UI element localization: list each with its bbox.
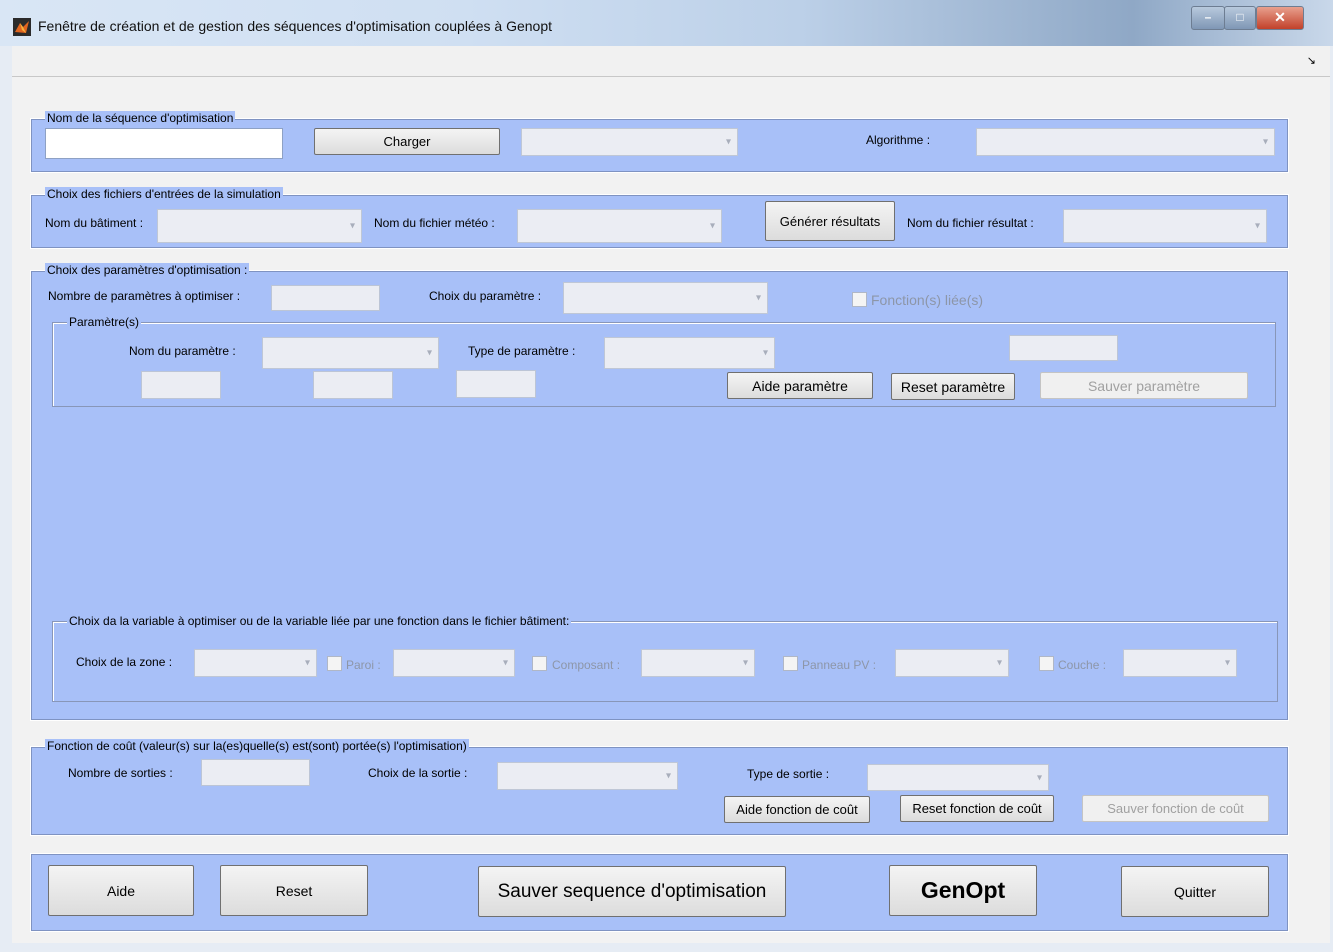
files-legend: Choix des fichiers d'entrées de la simul… bbox=[45, 187, 283, 201]
param-name-select[interactable] bbox=[262, 337, 439, 369]
variable-legend: Choix da la variable à optimiser ou de l… bbox=[67, 614, 572, 628]
param-count-input[interactable] bbox=[271, 285, 380, 311]
building-select[interactable] bbox=[157, 209, 362, 243]
paroi-label: Paroi : bbox=[346, 658, 381, 672]
couche-select[interactable] bbox=[1123, 649, 1237, 677]
composant-label: Composant : bbox=[552, 658, 621, 672]
zone-label: Choix de la zone : bbox=[76, 655, 173, 669]
cost-save-button[interactable]: Sauver fonction de coût bbox=[1082, 795, 1269, 822]
quit-button[interactable]: Quitter bbox=[1121, 866, 1269, 917]
variable-group: Choix da la variable à optimiser ou de l… bbox=[52, 614, 1278, 702]
sequence-select[interactable] bbox=[521, 128, 738, 156]
linked-functions-checkbox[interactable] bbox=[852, 292, 867, 307]
cost-help-button[interactable]: Aide fonction de coût bbox=[724, 796, 870, 823]
param-help-button[interactable]: Aide paramètre bbox=[727, 372, 873, 399]
cost-panel: Fonction de coût (valeur(s) sur la(es)qu… bbox=[30, 739, 1289, 836]
param-reset-button[interactable]: Reset paramètre bbox=[891, 373, 1015, 400]
minimize-button[interactable]: – bbox=[1191, 6, 1225, 30]
pv-panel-checkbox[interactable] bbox=[783, 656, 798, 671]
param-value-input-3[interactable] bbox=[456, 370, 536, 398]
output-choice-label: Choix de la sortie : bbox=[368, 766, 468, 780]
client-area: Nom de la séquence d'optimisation Charge… bbox=[12, 77, 1330, 943]
couche-label: Couche : bbox=[1058, 658, 1107, 672]
close-button[interactable]: ✕ bbox=[1256, 6, 1304, 30]
genopt-button[interactable]: GenOpt bbox=[889, 865, 1037, 916]
param-value-input-4[interactable] bbox=[1009, 335, 1118, 361]
outputs-count-label: Nombre de sorties : bbox=[68, 766, 173, 780]
composant-select[interactable] bbox=[641, 649, 755, 677]
maximize-button[interactable]: □ bbox=[1224, 6, 1256, 30]
composant-checkbox[interactable] bbox=[532, 656, 547, 671]
param-save-button[interactable]: Sauver paramètre bbox=[1040, 372, 1248, 399]
outputs-count-input[interactable] bbox=[201, 759, 310, 786]
files-panel: Choix des fichiers d'entrées de la simul… bbox=[30, 187, 1289, 249]
param-choice-label: Choix du paramètre : bbox=[429, 289, 542, 303]
param-name-label: Nom du paramètre : bbox=[129, 344, 236, 358]
algorithm-label: Algorithme : bbox=[866, 133, 931, 147]
output-type-label: Type de sortie : bbox=[747, 767, 830, 781]
params-panel: Choix des paramètres d'optimisation : No… bbox=[30, 263, 1289, 721]
couche-checkbox[interactable] bbox=[1039, 656, 1054, 671]
param-choice-select[interactable] bbox=[563, 282, 768, 314]
parameters-sub-legend: Paramètre(s) bbox=[67, 315, 142, 329]
param-type-label: Type de paramètre : bbox=[468, 344, 576, 358]
sequence-name-input[interactable] bbox=[45, 128, 283, 159]
pv-panel-select[interactable] bbox=[895, 649, 1009, 677]
algorithm-select[interactable] bbox=[976, 128, 1275, 156]
parameters-group: Paramètre(s) Nom du paramètre : Type de … bbox=[52, 315, 1276, 407]
linked-functions-label: Fonction(s) liée(s) bbox=[871, 292, 984, 308]
window-title: Fenêtre de création et de gestion des sé… bbox=[38, 18, 553, 34]
weather-label: Nom du fichier météo : bbox=[374, 216, 495, 230]
generate-results-button[interactable]: Générer résultats bbox=[765, 201, 895, 241]
zone-select[interactable] bbox=[194, 649, 317, 677]
param-value-input-1[interactable] bbox=[141, 371, 221, 399]
paroi-select[interactable] bbox=[393, 649, 515, 677]
footer-panel: Aide Reset Sauver sequence d'optimisatio… bbox=[30, 853, 1289, 932]
param-count-label: Nombre de paramètres à optimiser : bbox=[48, 289, 241, 303]
sequence-legend: Nom de la séquence d'optimisation bbox=[45, 111, 236, 125]
toolbar-strip: ↘ bbox=[12, 46, 1330, 77]
param-type-select[interactable] bbox=[604, 337, 775, 369]
param-value-input-2[interactable] bbox=[313, 371, 393, 399]
dock-arrow-icon[interactable]: ↘ bbox=[1307, 54, 1316, 67]
cost-legend: Fonction de coût (valeur(s) sur la(es)qu… bbox=[45, 739, 469, 753]
cost-reset-button[interactable]: Reset fonction de coût bbox=[900, 795, 1054, 822]
pv-panel-label: Panneau PV : bbox=[802, 658, 877, 672]
load-button[interactable]: Charger bbox=[314, 128, 500, 155]
matlab-icon bbox=[13, 18, 31, 36]
result-file-label: Nom du fichier résultat : bbox=[907, 216, 1034, 230]
output-choice-select[interactable] bbox=[497, 762, 678, 790]
result-file-select[interactable] bbox=[1063, 209, 1267, 243]
weather-select[interactable] bbox=[517, 209, 722, 243]
params-legend: Choix des paramètres d'optimisation : bbox=[45, 263, 250, 277]
paroi-checkbox[interactable] bbox=[327, 656, 342, 671]
sequence-panel: Nom de la séquence d'optimisation Charge… bbox=[30, 111, 1289, 173]
building-label: Nom du bâtiment : bbox=[45, 216, 144, 230]
reset-button[interactable]: Reset bbox=[220, 865, 368, 916]
output-type-select[interactable] bbox=[867, 764, 1049, 791]
save-sequence-button[interactable]: Sauver sequence d'optimisation bbox=[478, 866, 786, 917]
window-title-bar: Fenêtre de création et de gestion des sé… bbox=[0, 0, 1333, 46]
help-button[interactable]: Aide bbox=[48, 865, 194, 916]
